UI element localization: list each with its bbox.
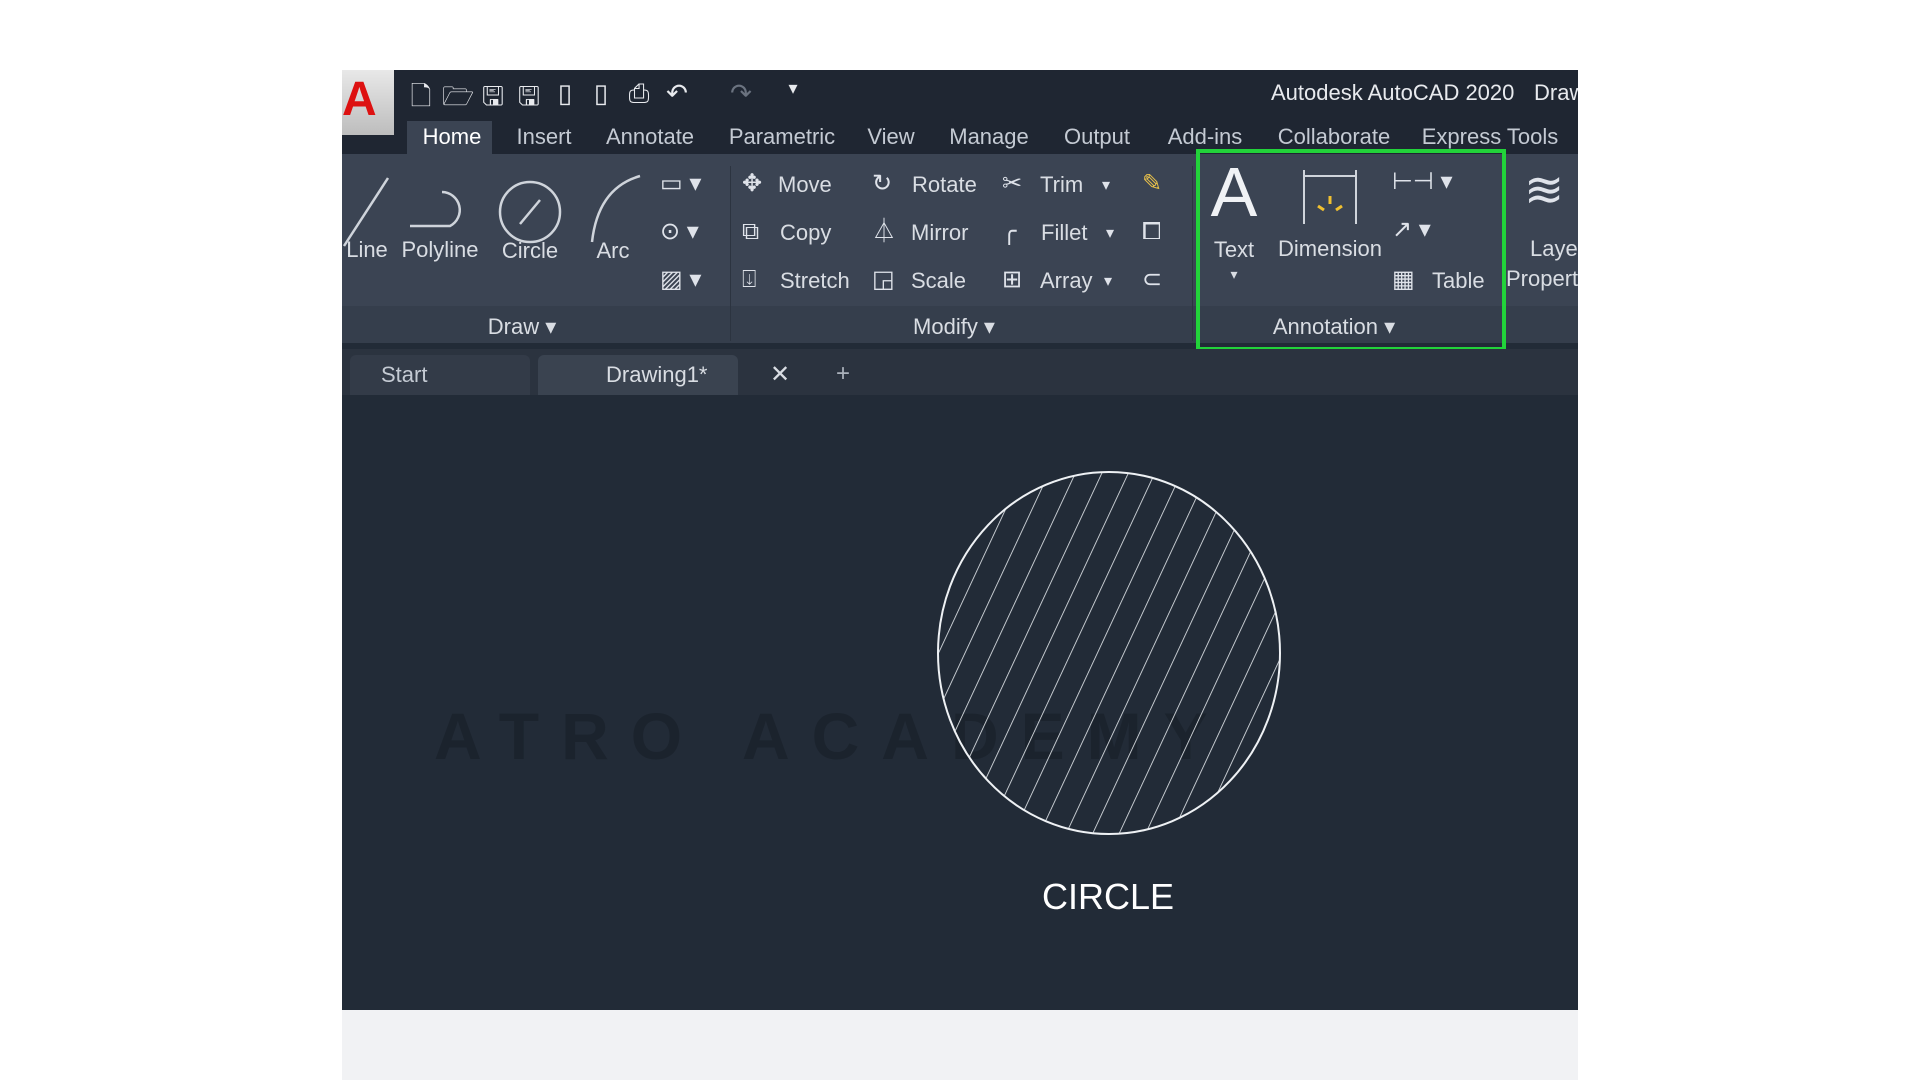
scale-icon: ◲: [872, 266, 895, 293]
modify-panel-title[interactable]: Modify ▾: [913, 314, 995, 340]
tab-start[interactable]: [350, 355, 530, 395]
trim-button[interactable]: Trim: [1040, 172, 1083, 198]
undo-icon[interactable]: ↶: [662, 78, 692, 108]
copy-icon: ⧉: [742, 218, 760, 245]
plot-icon[interactable]: ⎙: [624, 78, 654, 108]
rotate-icon: ↻: [872, 170, 893, 197]
rectangle-icon[interactable]: ▭ ▾: [660, 172, 701, 196]
tab-add-ins[interactable]: Add-ins: [1168, 124, 1243, 150]
open-icon[interactable]: 🗁: [442, 78, 474, 111]
customize-icon[interactable]: ▾: [778, 78, 808, 108]
erase-icon[interactable]: ✎: [1142, 172, 1162, 196]
move-icon: ✥: [742, 170, 763, 197]
new-icon[interactable]: 🗋: [406, 78, 436, 111]
circle-button[interactable]: Circle: [502, 238, 558, 264]
copy-button[interactable]: Copy: [780, 220, 831, 246]
annotation-highlight-box: [1196, 149, 1506, 351]
line-icon: [342, 177, 390, 247]
array-icon: ⊞: [1002, 266, 1023, 293]
scale-button[interactable]: Scale: [911, 268, 966, 294]
modify-label: Modify: [913, 314, 978, 339]
offset-icon[interactable]: ⊂: [1142, 268, 1162, 292]
tab-insert[interactable]: Insert: [516, 124, 571, 150]
fillet-icon: ╭: [1002, 218, 1017, 245]
hatch-icon[interactable]: ▨ ▾: [660, 268, 701, 292]
explode-icon[interactable]: ⧠: [1142, 220, 1161, 244]
bottom-strip: [342, 1010, 1578, 1080]
fillet-button[interactable]: Fillet: [1041, 220, 1087, 246]
drawing-canvas[interactable]: ATRO ACADEMY CIRCLE: [342, 398, 1578, 1010]
draw-label: Draw: [487, 314, 540, 339]
window-title: Autodesk AutoCAD 2020: [1271, 80, 1515, 105]
redo-icon[interactable]: ↷: [726, 78, 756, 108]
hatched-circle: [937, 471, 1281, 835]
arc-button[interactable]: Arc: [597, 238, 630, 264]
layer-properties-label: Propert: [1506, 266, 1578, 291]
polyline-button[interactable]: Polyline: [401, 237, 478, 263]
open-web-icon[interactable]: ▯: [550, 78, 580, 108]
divider: [730, 166, 731, 341]
array-button[interactable]: Array: [1040, 268, 1093, 294]
tab-annotate[interactable]: Annotate: [606, 124, 694, 150]
save-icon[interactable]: 🖫: [478, 78, 508, 111]
mirror-icon: ⏃: [872, 218, 896, 245]
tab-collaborate[interactable]: Collaborate: [1278, 124, 1391, 150]
application-menu-button[interactable]: A: [342, 70, 394, 135]
autocad-window: A 🗋 🗁 🖫 🖫 ▯ ▯ ⎙ ↶ ↷ ▾ Autodesk AutoCAD 2…: [342, 70, 1578, 1010]
stretch-icon: ⍗: [742, 266, 757, 293]
tab-parametric[interactable]: Parametric: [729, 124, 835, 150]
ellipse-icon[interactable]: ⊙ ▾: [660, 220, 699, 244]
tab-express-tools[interactable]: Express Tools: [1422, 124, 1559, 150]
trim-icon: ✂: [1002, 170, 1023, 197]
arc-icon: [590, 174, 641, 243]
layer-properties-button[interactable]: Layer: [1530, 236, 1578, 262]
draw-tool-icons: [342, 174, 641, 247]
move-button[interactable]: Move: [778, 172, 832, 198]
close-icon[interactable]: ✕: [770, 360, 790, 389]
mirror-button[interactable]: Mirror: [911, 220, 968, 246]
line-button[interactable]: Line: [346, 237, 388, 263]
tab-start-label: Start: [381, 362, 428, 387]
share-icon[interactable]: ▯: [586, 78, 616, 108]
tab-drawing1-label: Drawing1*: [606, 362, 708, 387]
hatch-pattern: [938, 472, 1280, 834]
tab-output[interactable]: Output: [1064, 124, 1130, 150]
tab-manage[interactable]: Manage: [949, 124, 1029, 150]
new-tab-plus-icon[interactable]: +: [836, 360, 850, 388]
window-title-document: Draw: [1534, 80, 1578, 105]
polyline-icon: [410, 190, 461, 228]
fillet-dropdown-icon[interactable]: ▾: [1106, 222, 1114, 246]
array-dropdown-icon[interactable]: ▾: [1104, 270, 1112, 294]
tab-view[interactable]: View: [867, 124, 914, 150]
divider: [1192, 166, 1193, 341]
circle-caption: CIRCLE: [1041, 876, 1175, 917]
rotate-button[interactable]: Rotate: [912, 172, 977, 198]
stretch-button[interactable]: Stretch: [780, 268, 850, 294]
draw-panel-title[interactable]: Draw ▾: [488, 314, 557, 340]
layer-properties-icon: ≋: [1524, 164, 1565, 217]
save-as-icon[interactable]: 🖫: [514, 78, 544, 111]
tab-home[interactable]: Home: [423, 124, 482, 150]
trim-dropdown-icon[interactable]: ▾: [1102, 174, 1110, 198]
